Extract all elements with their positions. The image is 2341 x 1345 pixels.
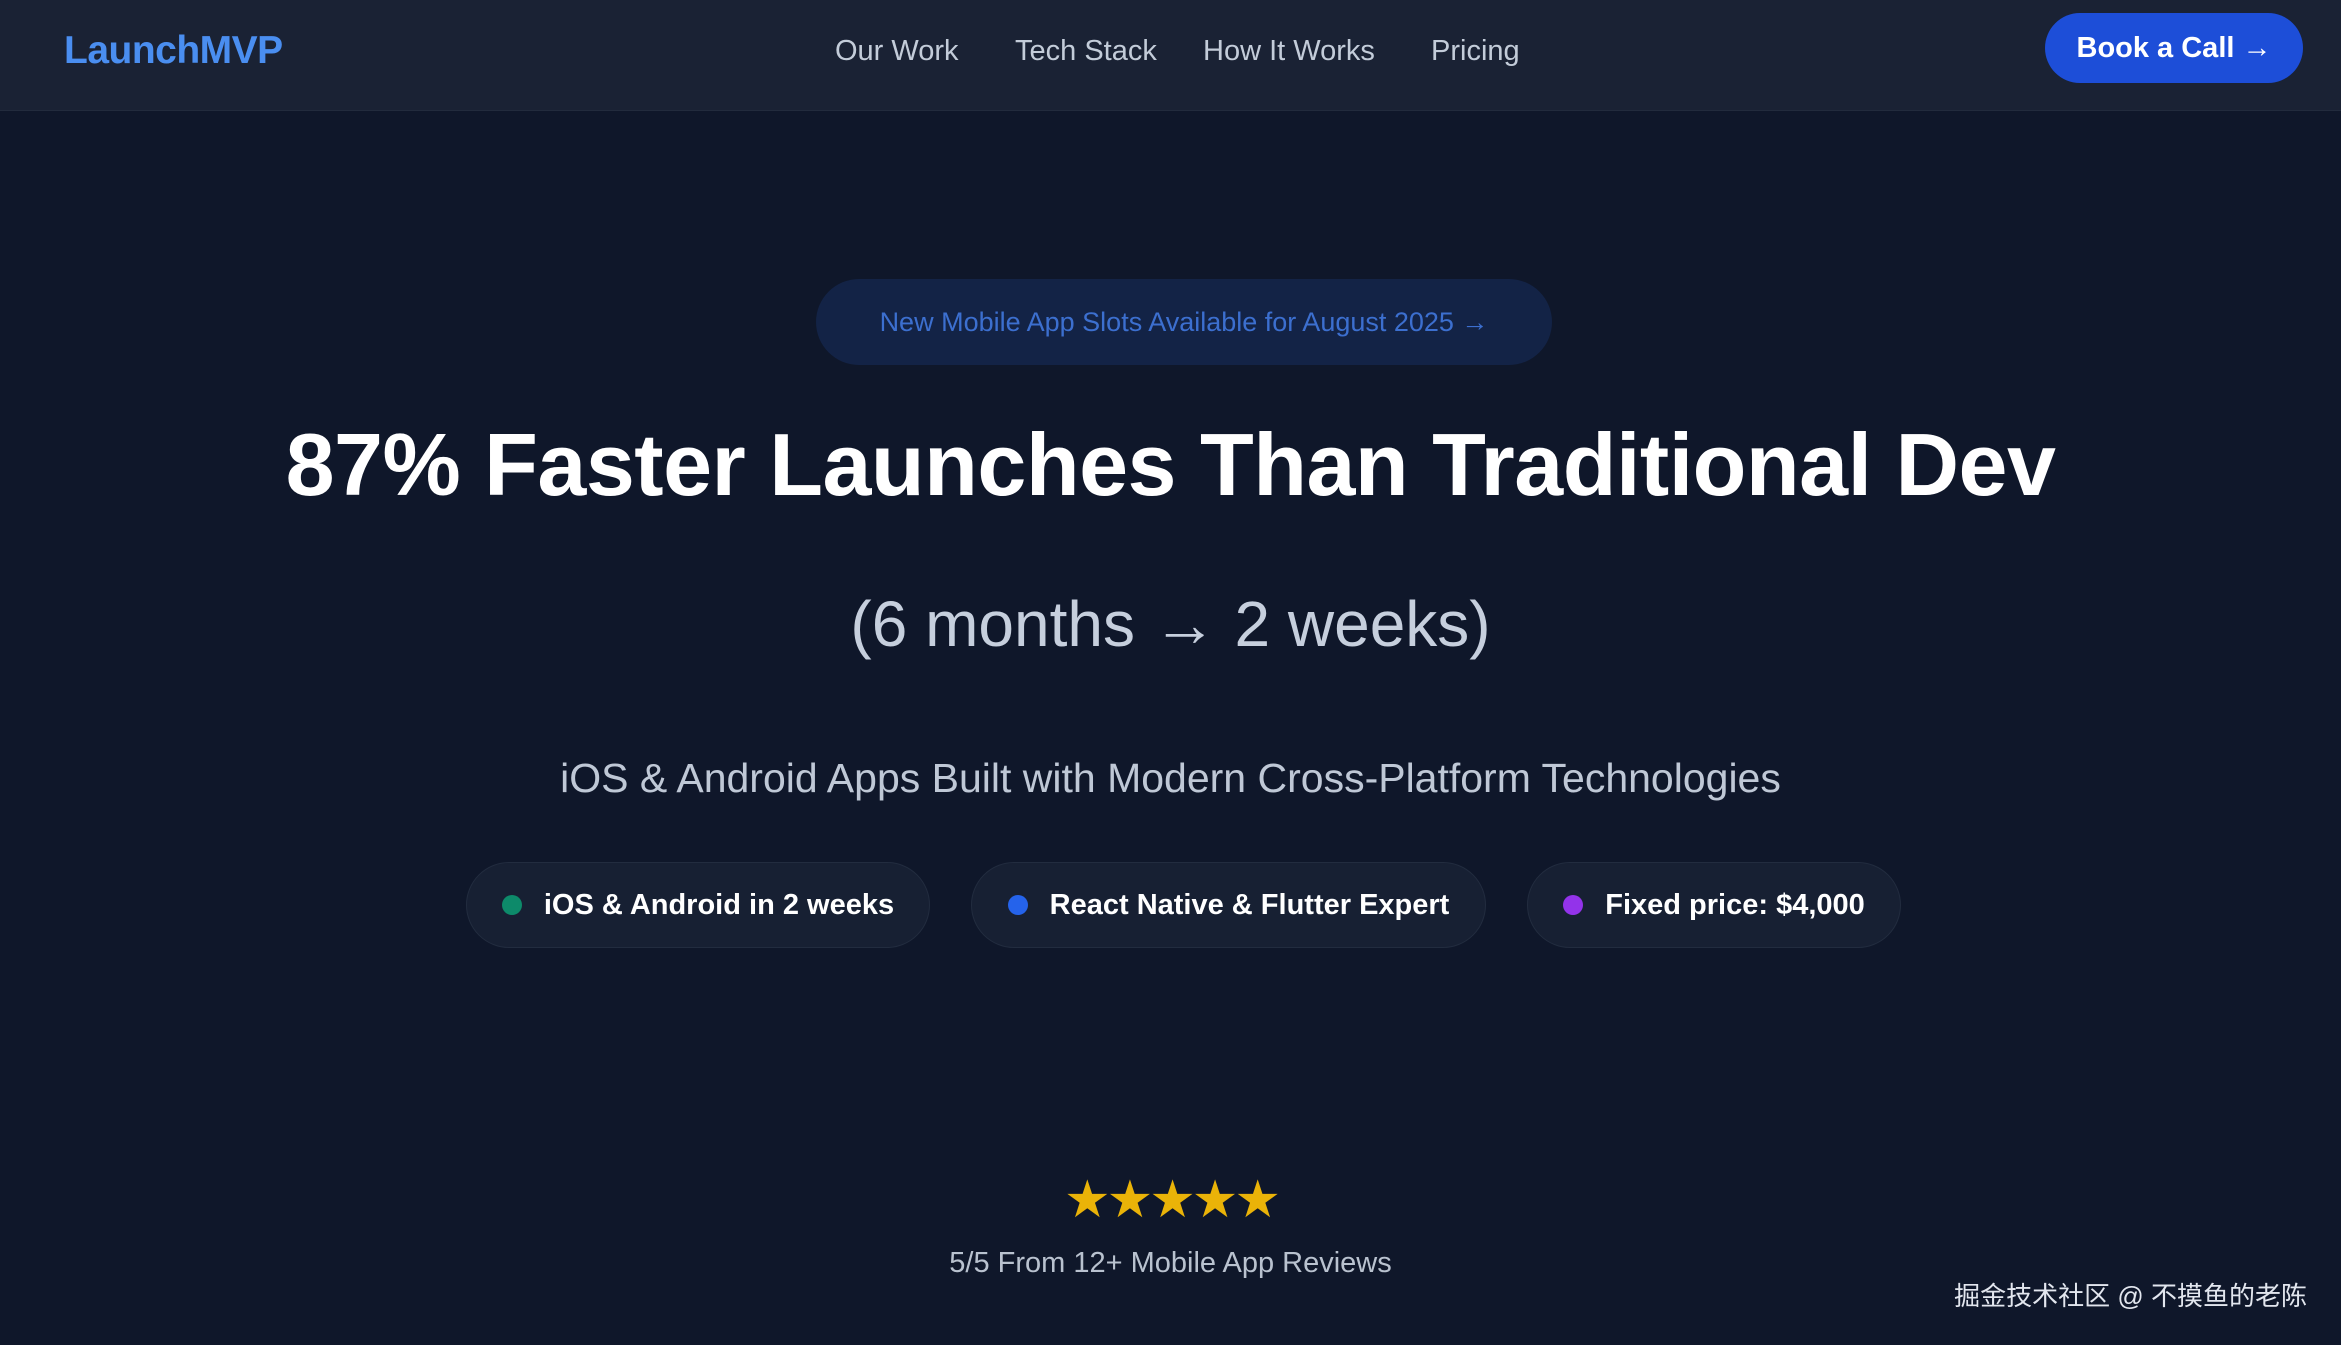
feature-pill-frameworks: React Native & Flutter Expert xyxy=(971,862,1486,948)
nav-link-pricing[interactable]: Pricing xyxy=(1431,28,1520,74)
feature-label: React Native & Flutter Expert xyxy=(1049,888,1450,921)
feature-pill-pricing: Fixed price: $4,000 xyxy=(1527,862,1901,948)
hero-subheadline: (6 months → 2 weeks) xyxy=(850,588,1491,660)
purple-dot-icon xyxy=(1563,895,1584,915)
nav-link-our-work[interactable]: Our Work xyxy=(835,28,959,74)
top-navigation-bar: LaunchMVP Our Work Tech Stack How It Wor… xyxy=(0,0,2341,111)
green-dot-icon xyxy=(501,895,522,915)
feature-pill-platforms: iOS & Android in 2 weeks xyxy=(466,862,930,948)
star-rating-icon: ★★★★★ xyxy=(1063,1171,1281,1229)
feature-label: Fixed price: $4,000 xyxy=(1605,888,1865,921)
nav-link-tech-stack[interactable]: Tech Stack xyxy=(1015,28,1157,74)
main-nav: Our Work Tech Stack How It Works Pricing xyxy=(0,28,2341,74)
hero-headline: 87% Faster Launches Than Traditional Dev xyxy=(285,415,2056,514)
review-summary: 5/5 From 12+ Mobile App Reviews xyxy=(949,1247,1392,1279)
blue-dot-icon xyxy=(1007,895,1028,915)
announcement-badge[interactable]: New Mobile App Slots Available for Augus… xyxy=(816,279,1552,365)
book-a-call-button[interactable]: Book a Call → xyxy=(2045,13,2303,83)
feature-label: iOS & Android in 2 weeks xyxy=(543,888,895,921)
watermark: 掘金技术社区 @ 不摸鱼的老陈 xyxy=(1954,1281,2307,1311)
hero-tagline: iOS & Android Apps Built with Modern Cro… xyxy=(560,755,1781,801)
nav-link-how-it-works[interactable]: How It Works xyxy=(1203,28,1375,74)
